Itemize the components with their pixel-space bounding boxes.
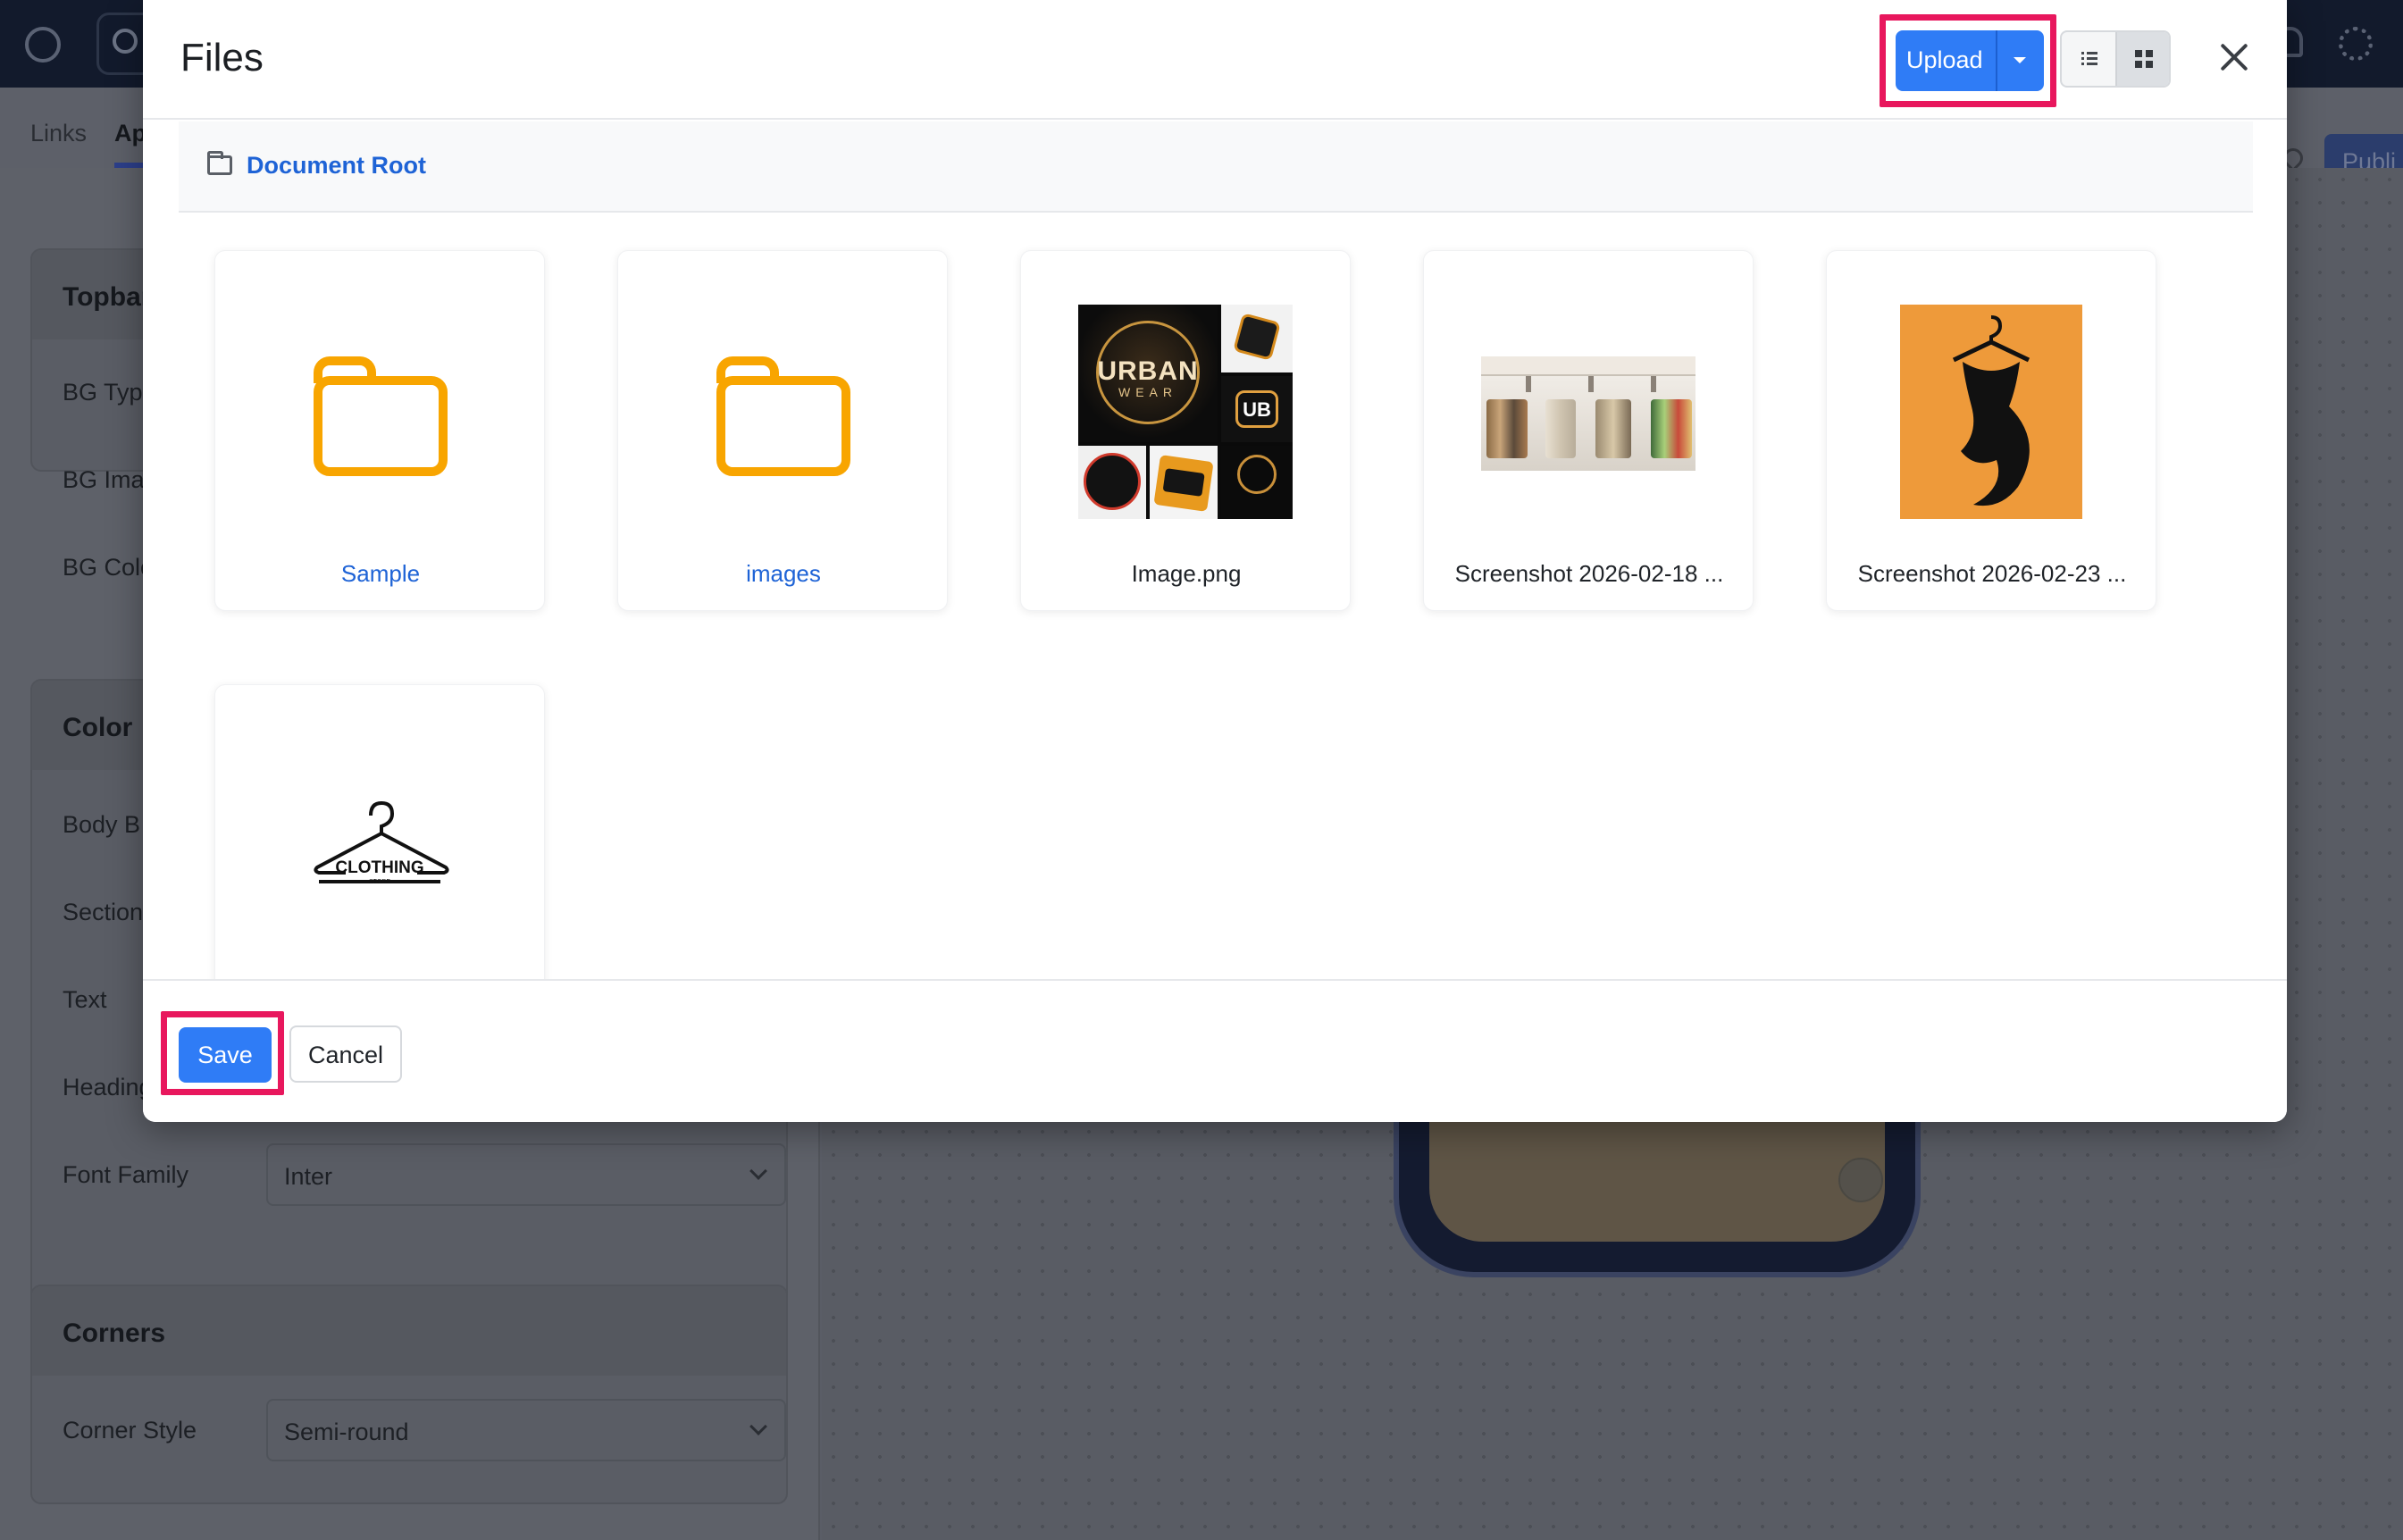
- thumbnail-text: URBAN: [1097, 356, 1199, 386]
- corner-style-label: Corner Style: [63, 1417, 197, 1444]
- corner-style-select[interactable]: Semi-round: [266, 1399, 786, 1461]
- setting-label: BG Colo: [63, 554, 155, 581]
- corners-settings-card: Corners Corner Style Semi-round: [30, 1285, 788, 1504]
- setting-label: BG Typ: [63, 379, 143, 406]
- upload-label: Upload: [1906, 46, 1983, 73]
- list-view-button[interactable]: [2062, 32, 2115, 86]
- image-thumbnail: URBAN WEAR UB: [1078, 305, 1293, 519]
- image-thumbnail: [1481, 356, 1695, 471]
- file-tile-image-png[interactable]: URBAN WEAR UB Image.png: [1020, 250, 1351, 611]
- modal-header: Files Upload: [143, 0, 2287, 120]
- file-name: Sample: [340, 560, 421, 587]
- file-tile-screenshot-0218[interactable]: Screenshot 2026-02-18 ...: [1423, 250, 1754, 611]
- file-tile-clothing-logo[interactable]: CLOTHING STORE: [214, 684, 545, 979]
- close-icon[interactable]: [2212, 36, 2256, 80]
- image-thumbnail: [1900, 305, 2082, 519]
- modal-footer: Save Cancel: [143, 979, 2287, 1122]
- grid-view-button[interactable]: [2115, 32, 2169, 86]
- search-icon: [113, 29, 138, 54]
- file-tile-sample[interactable]: Sample: [214, 250, 545, 611]
- setting-label: Section: [63, 899, 144, 925]
- file-tile-screenshot-0223[interactable]: Screenshot 2026-02-23 ...: [1826, 250, 2156, 611]
- list-icon: [2081, 52, 2097, 66]
- tab-links[interactable]: Links: [30, 120, 87, 147]
- modal-title: Files: [180, 36, 264, 80]
- setting-label: Heading: [63, 1074, 153, 1101]
- cancel-button[interactable]: Cancel: [289, 1025, 402, 1083]
- breadcrumb: Document Root: [179, 121, 2253, 213]
- corner-style-value: Semi-round: [284, 1419, 409, 1445]
- file-name: Image.png: [1131, 560, 1242, 587]
- gear-icon[interactable]: [2339, 27, 2373, 61]
- save-button[interactable]: Save: [179, 1027, 272, 1083]
- thumbnail-text: WEAR: [1118, 385, 1177, 399]
- chevron-down-icon: [749, 1418, 767, 1435]
- folder-icon: [716, 356, 850, 476]
- setting-label: Body B: [63, 811, 141, 838]
- font-family-select[interactable]: Inter: [266, 1143, 786, 1206]
- file-grid: Sample images URBAN WEAR UB Image.png Sc…: [143, 214, 2287, 979]
- thumbnail-text: UB: [1235, 390, 1278, 428]
- tab-appearance[interactable]: Ap: [114, 120, 147, 147]
- dress-hanger-icon: [1952, 315, 2030, 506]
- cart-icon[interactable]: [1838, 1158, 1883, 1202]
- clothing-hanger-icon: CLOTHING STORE: [314, 800, 449, 885]
- view-toggle: [2060, 30, 2171, 88]
- thumbnail-text: CLOTHING: [335, 858, 423, 877]
- file-tile-images[interactable]: images: [617, 250, 948, 611]
- folder-icon: [314, 356, 448, 476]
- app-logo-icon[interactable]: [25, 27, 61, 63]
- files-modal: Files Upload Document Root Sample images…: [143, 0, 2287, 1122]
- chevron-down-icon: [749, 1162, 767, 1180]
- font-family-label: Font Family: [63, 1161, 189, 1188]
- font-family-value: Inter: [284, 1163, 333, 1190]
- caret-down-icon[interactable]: [2014, 57, 2026, 63]
- setting-label: Text: [63, 986, 107, 1013]
- upload-button[interactable]: Upload: [1896, 30, 2044, 91]
- file-name: images: [746, 560, 821, 587]
- file-name: Screenshot 2026-02-23 ...: [1857, 560, 2127, 587]
- thumbnail-text: STORE: [369, 879, 390, 885]
- image-thumbnail: CLOTHING STORE: [272, 739, 487, 953]
- card-title: Corners: [32, 1286, 786, 1376]
- folder-icon: [207, 151, 232, 175]
- split-divider: [1996, 30, 1997, 91]
- breadcrumb-root-link[interactable]: Document Root: [247, 152, 426, 180]
- grid-icon: [2135, 50, 2153, 68]
- file-name: Screenshot 2026-02-18 ...: [1454, 560, 1724, 587]
